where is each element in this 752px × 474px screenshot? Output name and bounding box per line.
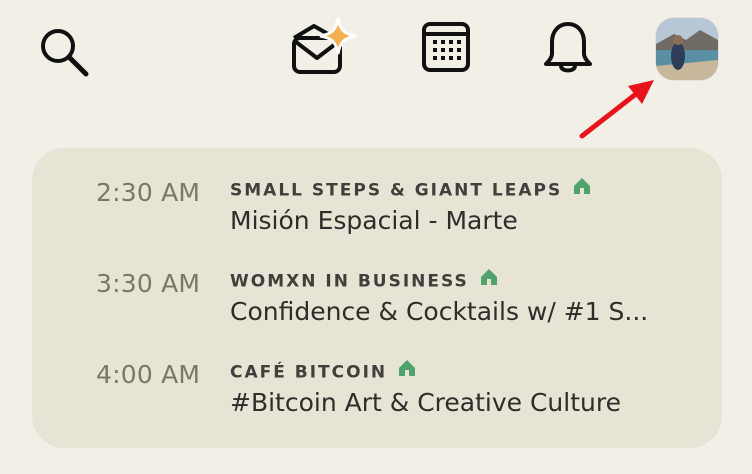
calendar-icon [422, 22, 470, 72]
notifications-button[interactable] [540, 18, 596, 78]
avatar[interactable] [656, 18, 718, 80]
event-club-name: SMALL STEPS & GIANT LEAPS [230, 180, 563, 201]
calendar-button[interactable] [418, 18, 474, 76]
invite-envelope-sparkle-icon [292, 17, 357, 74]
event-club: WOMXN IN BUSINESS [230, 269, 499, 294]
event-time: 2:30 AM [96, 178, 201, 207]
search-button[interactable] [38, 22, 94, 78]
event-club: CAFÉ BITCOIN [230, 360, 417, 385]
event-time: 4:00 AM [96, 360, 201, 389]
top-bar [0, 0, 752, 110]
house-icon [397, 358, 417, 383]
event-club: SMALL STEPS & GIANT LEAPS [230, 178, 592, 203]
event-row[interactable]: 3:30 AM WOMXN IN BUSINESS Confidence & C… [32, 239, 722, 326]
event-row[interactable]: 2:30 AM SMALL STEPS & GIANT LEAPS Misión… [32, 148, 722, 235]
event-club-name: CAFÉ BITCOIN [230, 362, 388, 383]
upcoming-events-card: 2:30 AM SMALL STEPS & GIANT LEAPS Misión… [32, 148, 722, 448]
event-row[interactable]: 4:00 AM CAFÉ BITCOIN #Bitcoin Art & Crea… [32, 330, 722, 417]
avatar-photo [656, 18, 718, 80]
event-title: Misión Espacial - Marte [230, 206, 518, 235]
event-club-name: WOMXN IN BUSINESS [230, 271, 469, 292]
event-title: Confidence & Cocktails w/ #1 S... [230, 297, 649, 326]
house-icon [479, 267, 499, 292]
bell-icon [544, 22, 592, 73]
search-icon [41, 29, 89, 77]
house-icon [572, 176, 592, 201]
invites-button[interactable] [288, 14, 362, 78]
event-time: 3:30 AM [96, 269, 201, 298]
event-title: #Bitcoin Art & Creative Culture [230, 388, 621, 417]
